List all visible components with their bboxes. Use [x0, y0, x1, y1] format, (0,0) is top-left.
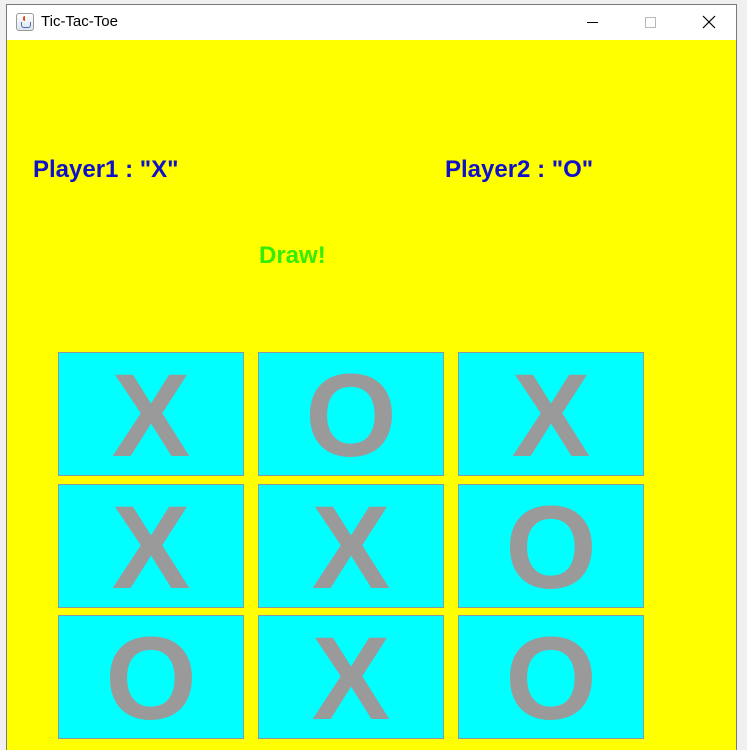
- cell-mark: O: [505, 613, 597, 745]
- java-cup-icon: [16, 13, 34, 31]
- cell-mark: X: [111, 350, 191, 482]
- window-title: Tic-Tac-Toe: [41, 13, 118, 30]
- board-cell-2-0[interactable]: O: [58, 615, 244, 739]
- board-cell-2-1[interactable]: X: [258, 615, 444, 739]
- minimize-icon: [586, 21, 598, 23]
- cell-mark: O: [505, 482, 597, 614]
- board-cell-1-0[interactable]: X: [58, 484, 244, 608]
- maximize-icon: [644, 16, 656, 28]
- board-cell-0-1[interactable]: O: [258, 352, 444, 476]
- close-button[interactable]: [686, 5, 732, 39]
- cell-mark: O: [105, 613, 197, 745]
- cell-mark: X: [311, 482, 391, 614]
- cell-mark: O: [305, 350, 397, 482]
- board-cell-1-2[interactable]: O: [458, 484, 644, 608]
- cell-mark: X: [511, 350, 591, 482]
- board-cell-0-0[interactable]: X: [58, 352, 244, 476]
- close-icon: [702, 15, 716, 29]
- minimize-button[interactable]: [569, 5, 615, 39]
- maximize-button[interactable]: [627, 5, 673, 39]
- board-cell-1-1[interactable]: X: [258, 484, 444, 608]
- game-status: Draw!: [259, 242, 326, 269]
- game-panel: Player1 : "X" Player2 : "O" Draw! X O X …: [7, 40, 736, 750]
- player1-label: Player1 : "X": [33, 156, 179, 183]
- app-window: Tic-Tac-Toe Player1 : "X" Player2 : "O" …: [6, 4, 737, 750]
- board-cell-0-2[interactable]: X: [458, 352, 644, 476]
- board-cell-2-2[interactable]: O: [458, 615, 644, 739]
- player2-label: Player2 : "O": [445, 156, 594, 183]
- cell-mark: X: [111, 482, 191, 614]
- cell-mark: X: [311, 613, 391, 745]
- title-bar[interactable]: Tic-Tac-Toe: [7, 5, 736, 40]
